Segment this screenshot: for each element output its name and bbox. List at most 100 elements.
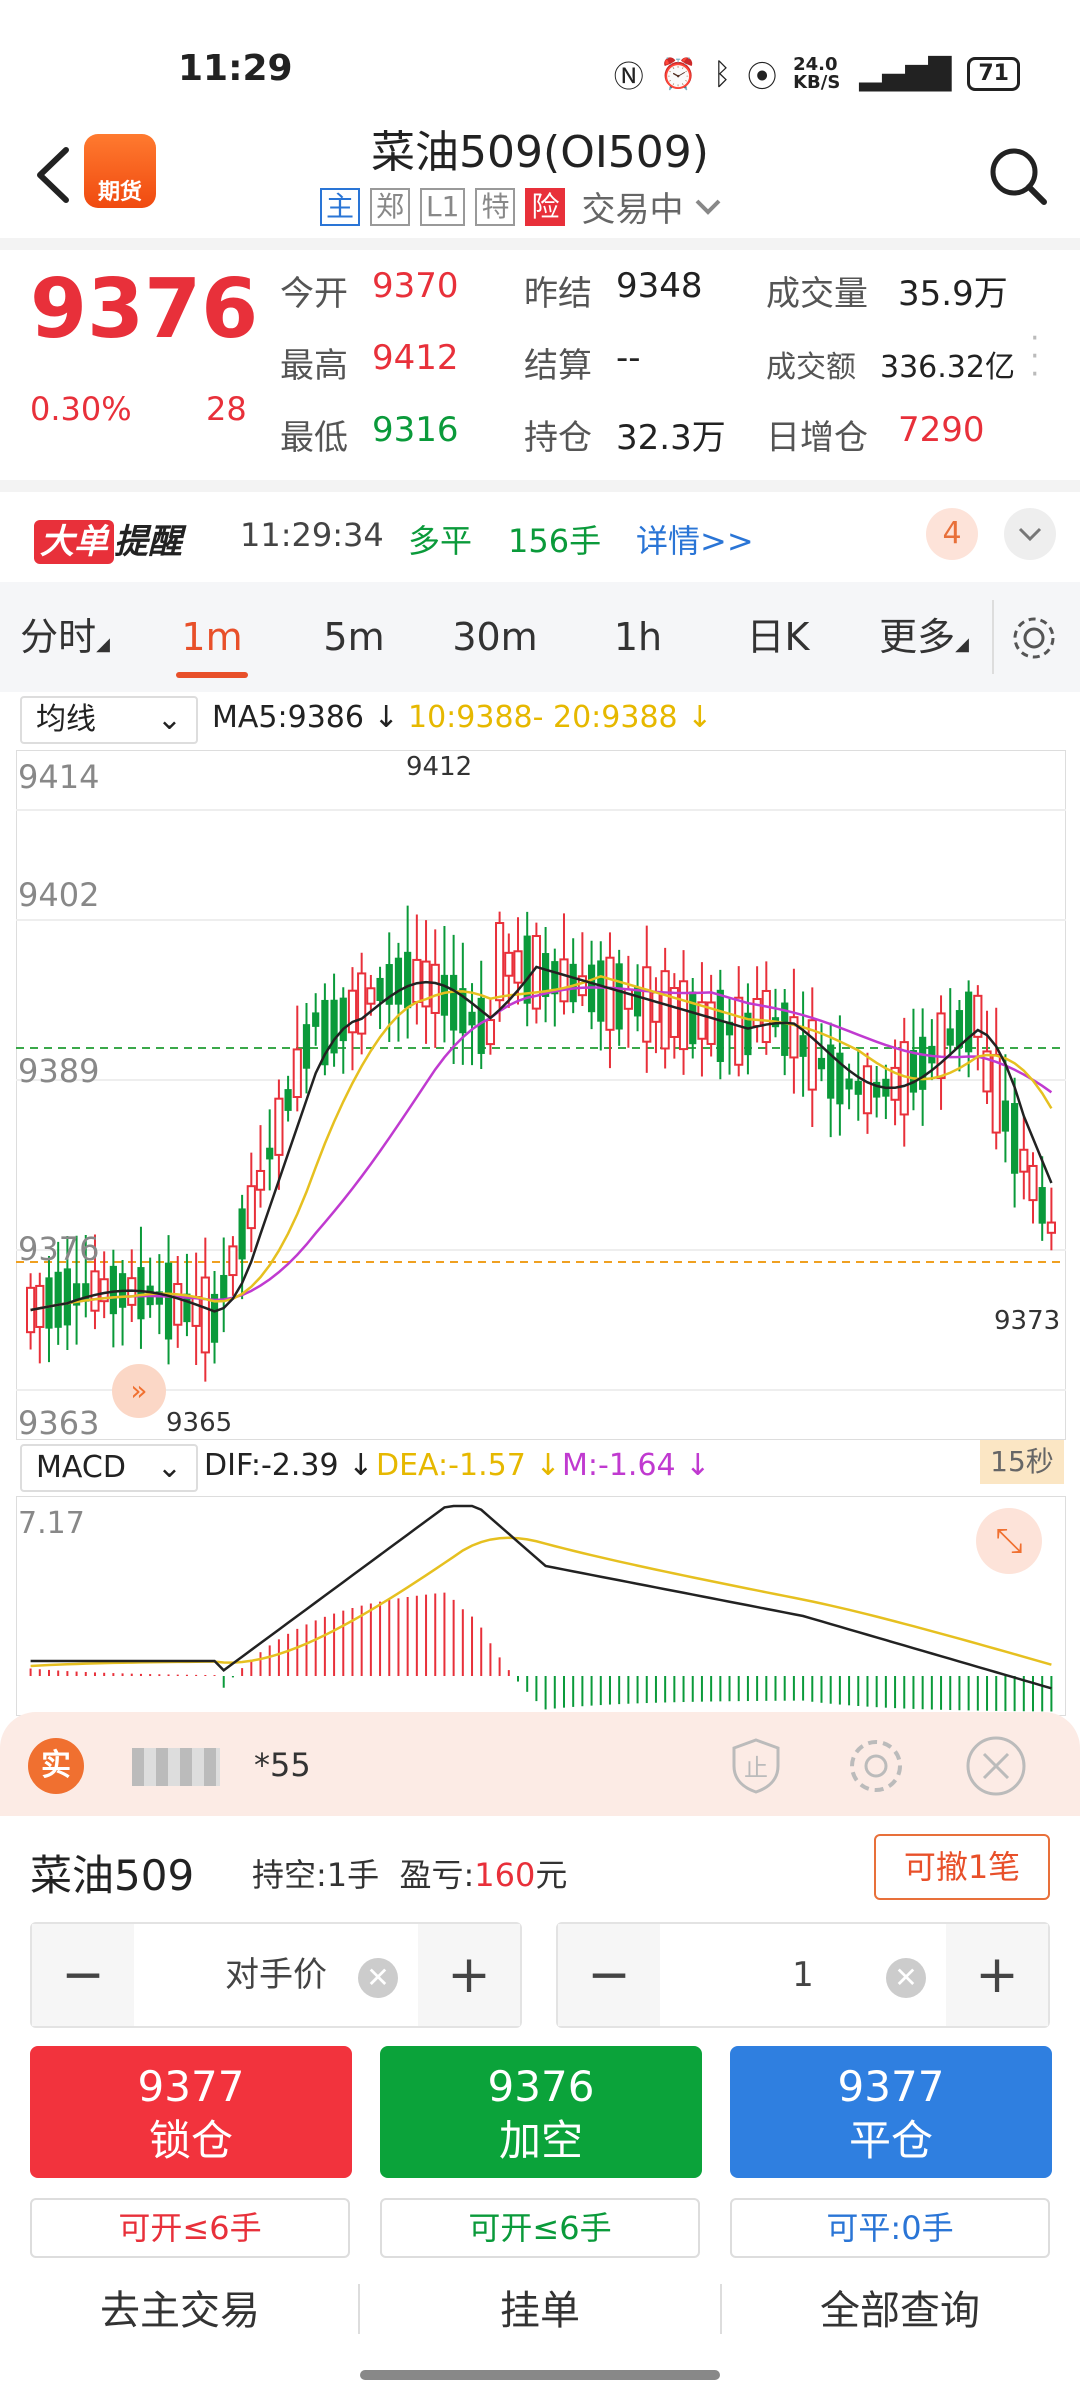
candle-body bbox=[312, 1012, 320, 1027]
candle-body bbox=[347, 989, 358, 1034]
battery-indicator: 71 bbox=[967, 57, 1020, 91]
tag-special: 特 bbox=[475, 187, 516, 226]
gear-icon[interactable] bbox=[844, 1734, 908, 1798]
settle-label: 结算 bbox=[524, 346, 592, 386]
page-title: 菜油509(OI509) bbox=[371, 127, 709, 178]
qty-plus-button[interactable]: + bbox=[946, 1924, 1048, 2026]
home-indicator[interactable] bbox=[360, 2370, 720, 2380]
change-percent: 0.30% bbox=[30, 390, 132, 428]
status-time: 11:29 bbox=[178, 48, 293, 89]
price-minus-button[interactable]: − bbox=[32, 1924, 134, 2026]
candle-body bbox=[605, 956, 615, 1031]
account-suffix[interactable]: *55 bbox=[254, 1746, 311, 1784]
candle-body bbox=[1011, 1103, 1019, 1174]
tab-30m[interactable]: 30m bbox=[440, 582, 550, 692]
tab-1h[interactable]: 1h bbox=[590, 582, 686, 692]
dea-line bbox=[30, 1536, 1052, 1668]
clear-icon[interactable]: ✕ bbox=[886, 1958, 926, 1998]
candle-body bbox=[137, 1267, 145, 1320]
avail-close: 可平:0手 bbox=[730, 2198, 1050, 2258]
candle-body bbox=[1001, 1100, 1010, 1132]
divider bbox=[992, 600, 994, 674]
more-dots-icon[interactable]: · · · bbox=[1030, 324, 1040, 390]
candle-body bbox=[246, 1185, 256, 1230]
price-type-input[interactable]: 对手价 ✕ bbox=[134, 1924, 418, 2026]
volume-value: 35.9万 bbox=[898, 274, 1008, 314]
avail-open-short: 可开≤6手 bbox=[380, 2198, 700, 2258]
last-price: 9376 bbox=[30, 262, 259, 357]
macd-selector[interactable]: MACD ⌄ bbox=[20, 1444, 198, 1492]
chevron-down-icon[interactable] bbox=[1004, 508, 1056, 560]
search-icon[interactable] bbox=[986, 144, 1050, 208]
price-plus-button[interactable]: + bbox=[418, 1924, 520, 2026]
scroll-left-icon[interactable]: » bbox=[112, 1364, 166, 1418]
candlestick-chart[interactable] bbox=[16, 750, 1066, 1440]
candle-body bbox=[394, 957, 403, 1005]
divider bbox=[0, 480, 1080, 492]
dif-line bbox=[30, 1504, 1052, 1690]
chevron-down-icon[interactable] bbox=[693, 197, 723, 217]
ma5-value: MA5:9386 ↓ bbox=[212, 700, 399, 735]
alert-volume: 156手 bbox=[508, 522, 602, 560]
cancel-order-button[interactable]: 可撤1笔 bbox=[874, 1834, 1050, 1900]
interval-badge[interactable]: 15秒 bbox=[980, 1440, 1064, 1484]
close-icon[interactable] bbox=[964, 1734, 1028, 1798]
volume-label: 成交量 bbox=[766, 274, 868, 314]
nav-pending-orders[interactable]: 挂单 bbox=[390, 2278, 690, 2336]
y-label-9376: 9376 bbox=[18, 1230, 100, 1268]
oi-change-label: 日增仓 bbox=[766, 418, 868, 458]
candle-body bbox=[292, 1048, 302, 1099]
macd-dif: DIF:-2.39 ↓ bbox=[204, 1448, 374, 1483]
candle-body bbox=[854, 1080, 862, 1095]
alert-time: 11:29:34 bbox=[240, 516, 384, 554]
candle-body bbox=[45, 1277, 53, 1329]
candle-body bbox=[504, 951, 514, 977]
candle-body bbox=[946, 1028, 954, 1046]
candle-body bbox=[678, 980, 689, 1051]
tab-5m[interactable]: 5m bbox=[306, 582, 402, 692]
low-marker: 9365 bbox=[166, 1408, 233, 1438]
candle-body bbox=[936, 1012, 946, 1080]
quantity-input[interactable]: 1 ✕ bbox=[660, 1924, 946, 2026]
tab-more[interactable]: 更多◢ bbox=[868, 582, 980, 692]
ma10-line bbox=[30, 975, 1053, 1312]
clear-icon[interactable]: ✕ bbox=[358, 1958, 398, 1998]
status-bar: 11:29 Ⓝ ⏰ ᛒ ⦿ 24.0 KB/S ▂▄▆█ 71 bbox=[0, 0, 1080, 120]
prev-close-value: 9348 bbox=[616, 266, 703, 306]
candle-body bbox=[1038, 1187, 1046, 1224]
tab-timeshare[interactable]: 分时◢ bbox=[10, 582, 120, 692]
tab-daily-k[interactable]: 日K bbox=[730, 582, 826, 692]
trading-status[interactable]: 交易中 bbox=[581, 182, 683, 231]
candle-body bbox=[220, 1274, 228, 1301]
candle-body bbox=[366, 987, 376, 1005]
close-position-button[interactable]: 9377 平仓 bbox=[730, 2046, 1052, 2178]
settings-gear-icon[interactable] bbox=[1008, 612, 1060, 664]
indicator-selector[interactable]: 均线 ⌄ bbox=[20, 696, 198, 744]
candle-body bbox=[1019, 1148, 1029, 1173]
nav-all-queries[interactable]: 全部查询 bbox=[750, 2278, 1050, 2336]
settle-value: -- bbox=[616, 338, 641, 378]
qty-minus-button[interactable]: − bbox=[558, 1924, 660, 2026]
divider bbox=[0, 238, 1080, 250]
expand-icon[interactable]: ⤡ bbox=[976, 1508, 1042, 1574]
add-short-button[interactable]: 9376 加空 bbox=[380, 2046, 702, 2178]
lock-position-button[interactable]: 9377 锁仓 bbox=[30, 2046, 352, 2178]
contract-tags: 主 郑 L1 特 险 交易中 bbox=[320, 182, 723, 231]
high-value: 9412 bbox=[372, 338, 459, 378]
oi-label: 持仓 bbox=[524, 418, 592, 458]
candle-body bbox=[238, 1208, 246, 1260]
candle-body bbox=[266, 1147, 274, 1160]
shield-stop-icon[interactable]: 止 bbox=[724, 1734, 788, 1798]
high-marker: 9412 bbox=[406, 752, 473, 782]
alert-count-badge[interactable]: 4 bbox=[926, 508, 978, 560]
y-label-9414: 9414 bbox=[18, 758, 100, 796]
candle-body bbox=[284, 1089, 292, 1111]
alert-detail-link[interactable]: 详情>> bbox=[636, 516, 754, 562]
candle-body bbox=[716, 989, 724, 1062]
macd-chart[interactable] bbox=[16, 1496, 1066, 1716]
nav-main-trade[interactable]: 去主交易 bbox=[30, 2278, 330, 2336]
candle-body bbox=[689, 991, 697, 1045]
candle-body bbox=[173, 1283, 183, 1326]
tag-exchange: 郑 bbox=[370, 187, 411, 226]
candle-body bbox=[817, 1057, 826, 1070]
